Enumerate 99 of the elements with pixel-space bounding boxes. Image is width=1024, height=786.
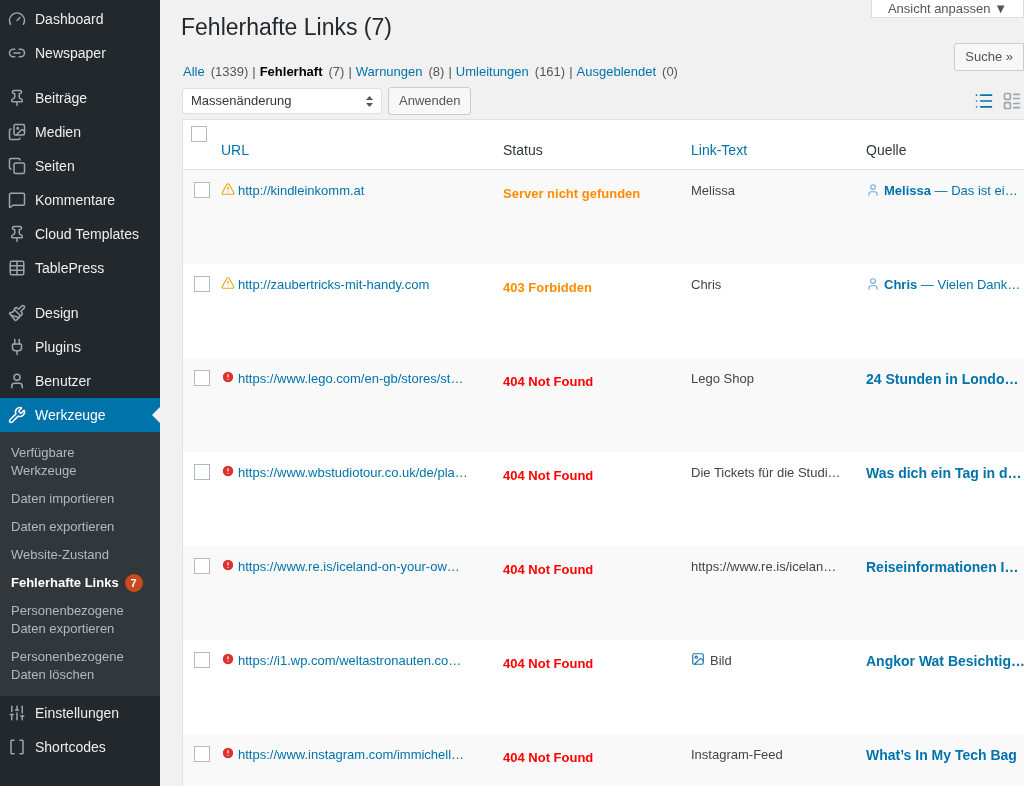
submenu-item[interactable]: Website-Zustand xyxy=(0,541,160,569)
column-header[interactable]: Link-Text xyxy=(691,142,748,158)
link-text: Instagram-Feed xyxy=(691,746,783,764)
bulk-action-select[interactable]: Massenänderung xyxy=(182,88,382,114)
sidebar-item[interactable]: Plugins xyxy=(0,330,160,364)
link-text: Bild xyxy=(710,652,732,670)
list-view-icon[interactable] xyxy=(974,91,994,111)
url-link[interactable]: http://zaubertricks-mit-handy.com xyxy=(238,275,430,295)
filter-link[interactable]: Fehlerhaft xyxy=(259,61,323,81)
filter-count: (161) xyxy=(534,62,566,81)
separator: | xyxy=(348,62,352,81)
user-icon xyxy=(866,277,880,291)
sidebar-item[interactable]: Dashboard xyxy=(0,2,160,36)
filter-count: (0) xyxy=(662,62,678,81)
link-text: Chris xyxy=(691,276,722,294)
status-text: 404 Not Found xyxy=(503,656,594,671)
submenu-item[interactable]: Verfügbare Werkzeuge xyxy=(0,439,160,485)
gauge-icon xyxy=(8,10,26,28)
search-button[interactable]: Suche » xyxy=(954,42,1024,71)
source-link[interactable]: 24 Stunden in Londo… xyxy=(866,369,1019,390)
filter-count: (7) xyxy=(328,62,345,81)
row-checkbox[interactable] xyxy=(194,464,210,480)
apply-button[interactable]: Anwenden xyxy=(388,87,472,115)
filter-count: (1339) xyxy=(210,62,249,81)
source-link[interactable]: Chris — Vielen Dank… xyxy=(884,275,1021,295)
filter-link[interactable]: Alle xyxy=(183,61,205,81)
url-link[interactable]: https://www.lego.com/en-gb/stores/st… xyxy=(238,369,464,389)
link-text: Lego Shop xyxy=(691,370,754,388)
url-link[interactable]: https://www.instagram.com/immichell… xyxy=(238,745,465,765)
status-text: 403 Forbidden xyxy=(503,280,592,295)
filter-link[interactable]: Ausgeblendet xyxy=(576,61,657,81)
sidebar-item[interactable]: Einstellungen xyxy=(0,696,160,730)
excerpt-view-icon[interactable] xyxy=(1002,91,1022,111)
row-checkbox[interactable] xyxy=(194,746,210,762)
filter-link[interactable]: Umleitungen xyxy=(455,61,529,81)
row-checkbox[interactable] xyxy=(194,182,210,198)
select-arrows-icon xyxy=(366,95,373,107)
link-text: Die Tickets für die Studi… xyxy=(691,464,841,482)
url-link[interactable]: https://i1.wp.com/weltastronauten.co… xyxy=(238,651,462,671)
submenu-item[interactable]: Fehlerhafte Links 7 xyxy=(0,569,160,597)
url-link[interactable]: https://www.wbstudiotour.co.uk/de/pla… xyxy=(238,463,468,483)
separator: | xyxy=(569,62,573,81)
column-header: Status xyxy=(503,142,543,158)
sidebar-item[interactable]: Benutzer xyxy=(0,364,160,398)
wrench-icon xyxy=(8,406,26,424)
url-link[interactable]: http://kindleinkomm.at xyxy=(238,181,365,201)
status-text: Server nicht gefunden xyxy=(503,186,641,201)
status-text: 404 Not Found xyxy=(503,468,594,483)
pin-icon xyxy=(8,89,26,107)
status-text: 404 Not Found xyxy=(503,750,594,765)
filter-count: (8) xyxy=(428,62,445,81)
row-checkbox[interactable] xyxy=(194,370,210,386)
row-checkbox[interactable] xyxy=(194,276,210,292)
row-checkbox[interactable] xyxy=(194,558,210,574)
count-badge: 7 xyxy=(124,574,143,592)
sidebar-item[interactable]: Werkzeuge xyxy=(0,398,160,432)
image-icon xyxy=(691,652,705,666)
sidebar-item[interactable]: Kommentare xyxy=(0,183,160,217)
sidebar-item[interactable]: Medien xyxy=(0,115,160,149)
submenu-item[interactable]: Daten importieren xyxy=(0,485,160,513)
media-icon xyxy=(8,123,26,141)
brush-icon xyxy=(8,304,26,322)
separator: | xyxy=(252,62,256,81)
user-icon xyxy=(866,183,880,197)
source-link[interactable]: What’s In My Tech Bag xyxy=(866,745,1017,766)
submenu-item[interactable]: Personenbezogene Daten exportieren xyxy=(0,597,160,643)
column-header[interactable]: URL xyxy=(221,142,249,158)
separator: | xyxy=(448,62,452,81)
url-link[interactable]: https://www.re.is/iceland-on-your-ow… xyxy=(238,557,460,577)
submenu-item[interactable]: Daten exportieren xyxy=(0,513,160,541)
sidebar-item[interactable]: Shortcodes xyxy=(0,730,160,764)
link-text: https://www.re.is/icelan… xyxy=(691,558,837,576)
user-icon xyxy=(8,372,26,390)
select-all-checkbox[interactable] xyxy=(191,126,207,142)
sidebar-item[interactable]: Design xyxy=(0,296,160,330)
link-text: Melissa xyxy=(691,182,736,200)
sidebar-item[interactable]: Seiten xyxy=(0,149,160,183)
sidebar-item[interactable]: Cloud Templates xyxy=(0,217,160,251)
source-link[interactable]: Angkor Wat Besichtig… xyxy=(866,651,1024,672)
brackets-icon xyxy=(8,738,26,756)
sidebar-item[interactable]: Newspaper xyxy=(0,36,160,70)
table-icon xyxy=(8,259,26,277)
submenu-item[interactable]: Personenbezogene Daten löschen xyxy=(0,643,160,689)
status-text: 404 Not Found xyxy=(503,562,594,577)
pin-icon xyxy=(8,225,26,243)
status-text: 404 Not Found xyxy=(503,374,594,389)
sidebar-item[interactable]: Beiträge xyxy=(0,81,160,115)
filter-link[interactable]: Warnungen xyxy=(355,61,423,81)
sidebar-item[interactable]: TablePress xyxy=(0,251,160,285)
column-header: Quelle xyxy=(866,142,907,158)
screen-options-tab[interactable]: Ansicht anpassen ▼ xyxy=(870,0,1024,18)
pages-icon xyxy=(8,157,26,175)
source-link[interactable]: Melissa — Das ist ei… xyxy=(884,181,1018,201)
row-checkbox[interactable] xyxy=(194,652,210,668)
comment-icon xyxy=(8,191,26,209)
source-link[interactable]: Reiseinformationen I… xyxy=(866,557,1019,578)
sliders-icon xyxy=(8,704,26,722)
source-link[interactable]: Was dich ein Tag in d… xyxy=(866,463,1022,484)
page-title: Fehlerhafte Links (7) xyxy=(181,13,392,42)
